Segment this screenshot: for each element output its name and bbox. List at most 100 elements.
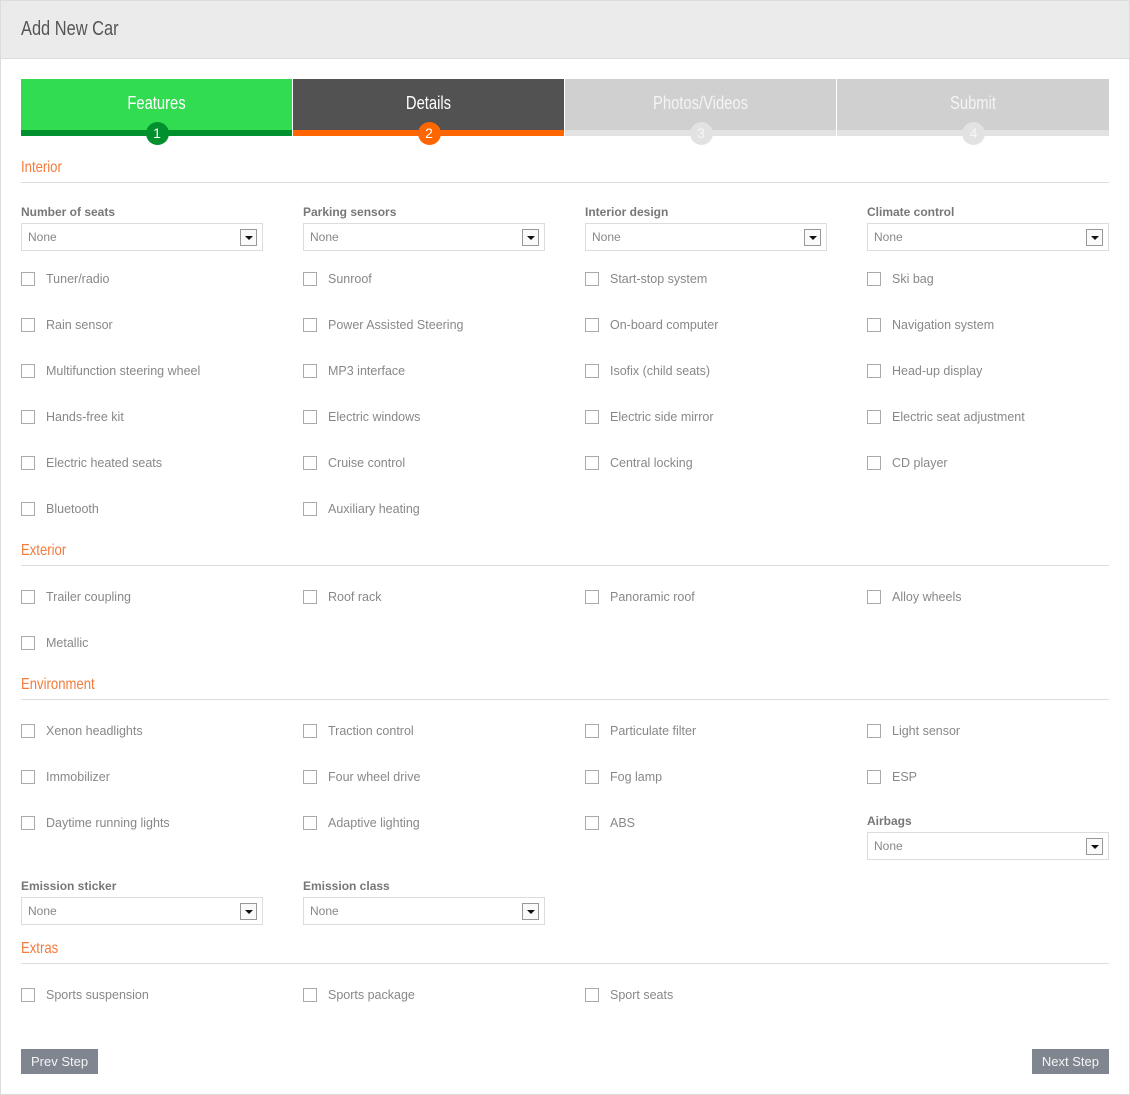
- checkbox-input[interactable]: [21, 988, 35, 1002]
- chevron-down-icon[interactable]: [804, 229, 821, 246]
- checkbox-input[interactable]: [303, 590, 317, 604]
- checkbox-input[interactable]: [867, 724, 881, 738]
- checkbox-electric-heated-seats[interactable]: Electric heated seats: [21, 455, 162, 471]
- checkbox-input[interactable]: [585, 272, 599, 286]
- checkbox-on-board-computer[interactable]: On-board computer: [585, 317, 718, 333]
- chevron-down-icon[interactable]: [240, 229, 257, 246]
- checkbox-input[interactable]: [585, 318, 599, 332]
- number-of-seats-select[interactable]: None: [21, 223, 263, 251]
- checkbox-four-wheel-drive[interactable]: Four wheel drive: [303, 769, 420, 785]
- checkbox-traction-control[interactable]: Traction control: [303, 723, 414, 739]
- parking-sensors-select[interactable]: None: [303, 223, 545, 251]
- checkbox-roof-rack[interactable]: Roof rack: [303, 589, 382, 605]
- airbags-select[interactable]: None: [867, 832, 1109, 860]
- checkbox-cruise-control[interactable]: Cruise control: [303, 455, 405, 471]
- checkbox-input[interactable]: [303, 272, 317, 286]
- checkbox-input[interactable]: [585, 770, 599, 784]
- checkbox-fog-lamp[interactable]: Fog lamp: [585, 769, 662, 785]
- checkbox-alloy-wheels[interactable]: Alloy wheels: [867, 589, 961, 605]
- checkbox-input[interactable]: [21, 364, 35, 378]
- prev-step-button[interactable]: Prev Step: [21, 1049, 99, 1074]
- checkbox-immobilizer[interactable]: Immobilizer: [21, 769, 110, 785]
- checkbox-input[interactable]: [867, 770, 881, 784]
- interior-design-select[interactable]: None: [585, 223, 827, 251]
- checkbox-input[interactable]: [21, 456, 35, 470]
- checkbox-input[interactable]: [303, 502, 317, 516]
- chevron-down-icon[interactable]: [240, 903, 257, 920]
- checkbox-input[interactable]: [21, 272, 35, 286]
- checkbox-input[interactable]: [21, 816, 35, 830]
- checkbox-multifunction-steering-wheel[interactable]: Multifunction steering wheel: [21, 363, 200, 379]
- checkbox-input[interactable]: [21, 636, 35, 650]
- checkbox-input[interactable]: [585, 364, 599, 378]
- checkbox-particulate-filter[interactable]: Particulate filter: [585, 723, 696, 739]
- checkbox-power-assisted-steering[interactable]: Power Assisted Steering: [303, 317, 464, 333]
- checkbox-input[interactable]: [585, 988, 599, 1002]
- checkbox-esp[interactable]: ESP: [867, 769, 917, 785]
- checkbox-electric-windows[interactable]: Electric windows: [303, 409, 420, 425]
- checkbox-input[interactable]: [867, 410, 881, 424]
- emission-class-select[interactable]: None: [303, 897, 545, 925]
- checkbox-panoramic-roof[interactable]: Panoramic roof: [585, 589, 695, 605]
- checkbox-hands-free-kit[interactable]: Hands-free kit: [21, 409, 124, 425]
- step-photos-videos[interactable]: Photos/Videos 3: [565, 79, 837, 145]
- checkbox-input[interactable]: [867, 318, 881, 332]
- checkbox-sports-suspension[interactable]: Sports suspension: [21, 987, 149, 1003]
- emission-sticker-select[interactable]: None: [21, 897, 263, 925]
- checkbox-input[interactable]: [303, 456, 317, 470]
- checkbox-metallic[interactable]: Metallic: [21, 635, 88, 651]
- checkbox-input[interactable]: [867, 272, 881, 286]
- checkbox-input[interactable]: [303, 410, 317, 424]
- checkbox-input[interactable]: [303, 724, 317, 738]
- checkbox-input[interactable]: [585, 724, 599, 738]
- checkbox-input[interactable]: [303, 988, 317, 1002]
- checkbox-isofix-child-seats[interactable]: Isofix (child seats): [585, 363, 710, 379]
- checkbox-auxiliary-heating[interactable]: Auxiliary heating: [303, 501, 420, 517]
- checkbox-start-stop-system[interactable]: Start-stop system: [585, 271, 707, 287]
- checkbox-electric-side-mirror[interactable]: Electric side mirror: [585, 409, 714, 425]
- checkbox-input[interactable]: [585, 456, 599, 470]
- checkbox-ski-bag[interactable]: Ski bag: [867, 271, 934, 287]
- checkbox-navigation-system[interactable]: Navigation system: [867, 317, 994, 333]
- checkbox-sunroof[interactable]: Sunroof: [303, 271, 372, 287]
- checkbox-input[interactable]: [867, 590, 881, 604]
- checkbox-input[interactable]: [21, 318, 35, 332]
- chevron-down-icon[interactable]: [1086, 229, 1103, 246]
- checkbox-input[interactable]: [867, 456, 881, 470]
- checkbox-input[interactable]: [303, 364, 317, 378]
- step-details[interactable]: Details 2: [293, 79, 565, 145]
- step-features[interactable]: Features 1: [21, 79, 293, 145]
- checkbox-input[interactable]: [21, 502, 35, 516]
- chevron-down-icon[interactable]: [522, 229, 539, 246]
- checkbox-xenon-headlights[interactable]: Xenon headlights: [21, 723, 143, 739]
- checkbox-input[interactable]: [303, 770, 317, 784]
- checkbox-input[interactable]: [585, 410, 599, 424]
- climate-control-select[interactable]: None: [867, 223, 1109, 251]
- checkbox-input[interactable]: [21, 590, 35, 604]
- checkbox-input[interactable]: [585, 816, 599, 830]
- chevron-down-icon[interactable]: [1086, 838, 1103, 855]
- checkbox-input[interactable]: [867, 364, 881, 378]
- chevron-down-icon[interactable]: [522, 903, 539, 920]
- checkbox-mp3-interface[interactable]: MP3 interface: [303, 363, 405, 379]
- step-submit[interactable]: Submit 4: [837, 79, 1109, 145]
- checkbox-daytime-running-lights[interactable]: Daytime running lights: [21, 815, 170, 831]
- checkbox-rain-sensor[interactable]: Rain sensor: [21, 317, 113, 333]
- checkbox-electric-seat-adjustment[interactable]: Electric seat adjustment: [867, 409, 1025, 425]
- checkbox-input[interactable]: [303, 816, 317, 830]
- checkbox-input[interactable]: [21, 410, 35, 424]
- checkbox-central-locking[interactable]: Central locking: [585, 455, 693, 471]
- checkbox-trailer-coupling[interactable]: Trailer coupling: [21, 589, 131, 605]
- checkbox-sports-package[interactable]: Sports package: [303, 987, 415, 1003]
- checkbox-sport-seats[interactable]: Sport seats: [585, 987, 673, 1003]
- checkbox-input[interactable]: [303, 318, 317, 332]
- checkbox-light-sensor[interactable]: Light sensor: [867, 723, 960, 739]
- checkbox-input[interactable]: [21, 724, 35, 738]
- checkbox-head-up-display[interactable]: Head-up display: [867, 363, 982, 379]
- checkbox-cd-player[interactable]: CD player: [867, 455, 948, 471]
- checkbox-abs[interactable]: ABS: [585, 815, 635, 831]
- checkbox-input[interactable]: [21, 770, 35, 784]
- next-step-button[interactable]: Next Step: [1031, 1049, 1109, 1074]
- checkbox-bluetooth[interactable]: Bluetooth: [21, 501, 99, 517]
- checkbox-input[interactable]: [585, 590, 599, 604]
